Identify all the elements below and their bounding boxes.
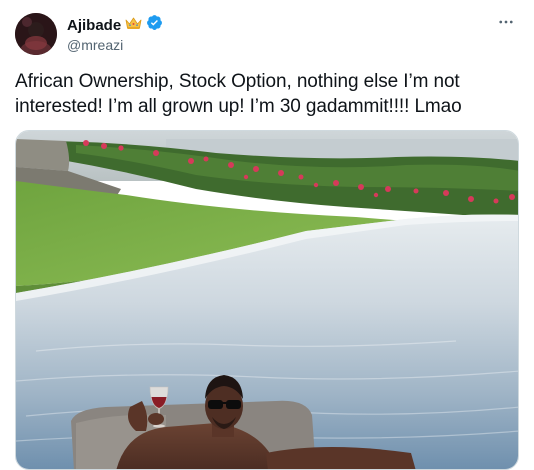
crown-icon [125, 16, 142, 35]
tweet-photo[interactable] [15, 130, 519, 470]
tweet-card[interactable]: Ajibade @mreazi African Ownership, Stock… [0, 0, 534, 470]
tweet-text: African Ownership, Stock Option, nothing… [15, 71, 462, 117]
author-display-name[interactable]: Ajibade [67, 17, 121, 34]
more-options-button[interactable] [494, 12, 518, 36]
avatar[interactable] [15, 13, 57, 55]
author-handle[interactable]: @mreazi [67, 37, 123, 53]
verified-badge-icon [146, 14, 163, 36]
author-name-row[interactable]: Ajibade [67, 15, 163, 35]
more-horizontal-icon [497, 13, 515, 36]
